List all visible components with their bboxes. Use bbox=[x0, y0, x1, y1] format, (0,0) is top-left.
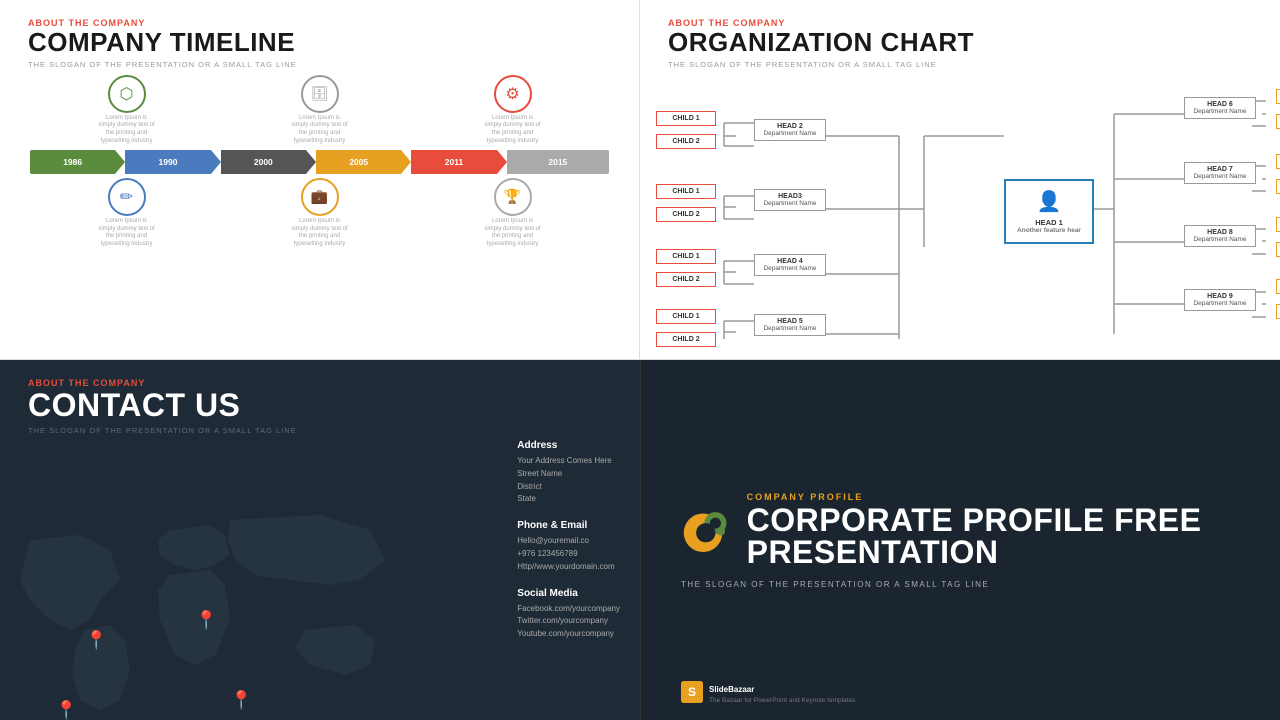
head3-box: HEAD3 Department Name bbox=[754, 189, 826, 211]
timeline-content: ⬡ Lorem Ipsum issimply dummy text ofthe … bbox=[0, 75, 639, 249]
corp-title: CORPORATE PROFILE FREE PRESENTATION bbox=[747, 504, 1240, 568]
right-child4-1: CHILD 1 bbox=[1276, 279, 1280, 294]
left-child4-2: CHILD 2 bbox=[656, 332, 716, 347]
timeline-circle-4: ✏ bbox=[108, 178, 146, 216]
contact-title: CONTACT US bbox=[28, 388, 612, 423]
left-child1-2: CHILD 2 bbox=[656, 134, 716, 149]
contact-slide: ABOUT THE COMPANY CONTACT US THE SLOGAN … bbox=[0, 360, 640, 720]
timeline-text-3: Lorem Ipsum issimply dummy text ofthe pr… bbox=[484, 115, 540, 146]
timeline-icon-3: ⚙ Lorem Ipsum issimply dummy text ofthe … bbox=[473, 75, 553, 146]
logo-area: COMPANY PROFILE CORPORATE PROFILE FREE P… bbox=[681, 492, 1240, 568]
company-logo bbox=[681, 494, 731, 566]
timeline-header: ABOUT THE COMPANY COMPANY TIMELINE THE S… bbox=[0, 0, 639, 75]
tl-arrow-2 bbox=[211, 150, 221, 174]
timeline-text-6: Lorem Ipsum issimply dummy text ofthe pr… bbox=[484, 218, 540, 249]
timeline-icon-2: 🗄 Lorem Ipsum issimply dummy text ofthe … bbox=[280, 75, 360, 146]
timeline-circle-5: 💼 bbox=[301, 178, 339, 216]
timeline-icons-top: ⬡ Lorem Ipsum issimply dummy text ofthe … bbox=[20, 75, 619, 146]
timeline-circle-3: ⚙ bbox=[494, 75, 532, 113]
right-child4-2: CHILD 2 bbox=[1276, 304, 1280, 319]
left-child3-2: CHILD 2 bbox=[656, 272, 716, 287]
phone-title: Phone & Email bbox=[517, 520, 620, 531]
tl-arrow-5 bbox=[497, 150, 507, 174]
head7-box: HEAD 7 Department Name bbox=[1184, 162, 1256, 184]
right-child1-2: CHILD 2 bbox=[1276, 114, 1280, 129]
left-child2-1: CHILD 1 bbox=[656, 184, 716, 199]
head2-box: HEAD 2 Department Name bbox=[754, 119, 826, 141]
head4-box: HEAD 4 Department Name bbox=[754, 254, 826, 276]
head6-box: HEAD 6 Department Name bbox=[1184, 97, 1256, 119]
right-child3-1: CHILD 1 bbox=[1276, 217, 1280, 232]
timeline-icon-6: 🏆 Lorem Ipsum issimply dummy text ofthe … bbox=[473, 178, 553, 249]
tl-seg-2005: 2005 bbox=[316, 150, 401, 174]
address-title: Address bbox=[517, 440, 620, 451]
tl-arrow-1 bbox=[115, 150, 125, 174]
timeline-text-1: Lorem Ipsum issimply dummy text ofthe pr… bbox=[98, 115, 154, 146]
tl-seg-2015: 2015 bbox=[507, 150, 609, 174]
timeline-icons-bottom: ✏ Lorem Ipsum issimply dummy text ofthe … bbox=[20, 178, 619, 249]
timeline-text-4: Lorem Ipsum issimply dummy text ofthe pr… bbox=[98, 218, 154, 249]
timeline-circle-6: 🏆 bbox=[494, 178, 532, 216]
tl-arrow-4 bbox=[401, 150, 411, 174]
slidebazaar-icon: S bbox=[681, 681, 703, 703]
tl-seg-1990: 1990 bbox=[125, 150, 210, 174]
right-child2-2: CHILD 2 bbox=[1276, 179, 1280, 194]
map-pin-orange: 📍 bbox=[195, 610, 217, 631]
left-child2-2: CHILD 2 bbox=[656, 207, 716, 222]
org-title: ORGANIZATION CHART bbox=[668, 28, 1252, 57]
org-header: ABOUT THE COMPANY ORGANIZATION CHART THE… bbox=[640, 0, 1280, 75]
right-child3-2: CHILD 2 bbox=[1276, 242, 1280, 257]
head1-box: 👤 HEAD 1 Another feature hear bbox=[1004, 179, 1094, 244]
org-tagline: THE SLOGAN OF THE PRESENTATION OR A SMAL… bbox=[668, 60, 1252, 69]
left-child4-1: CHILD 1 bbox=[656, 309, 716, 324]
timeline-circle-1: ⬡ bbox=[108, 75, 146, 113]
head9-box: HEAD 9 Department Name bbox=[1184, 289, 1256, 311]
map-pin-red: 📍 bbox=[230, 690, 252, 711]
timeline-title: COMPANY TIMELINE bbox=[28, 28, 611, 57]
timeline-icon-4: ✏ Lorem Ipsum issimply dummy text ofthe … bbox=[87, 178, 167, 249]
timeline-icon-1: ⬡ Lorem Ipsum issimply dummy text ofthe … bbox=[87, 75, 167, 146]
q4-content: COMPANY PROFILE CORPORATE PROFILE FREE P… bbox=[641, 360, 1280, 720]
contact-header: ABOUT THE COMPANY CONTACT US THE SLOGAN … bbox=[0, 360, 640, 441]
corporate-profile-slide: COMPANY PROFILE CORPORATE PROFILE FREE P… bbox=[640, 360, 1280, 720]
slidebazaar-text: SlideBazaar The Bazaar for PowerPoint an… bbox=[709, 679, 855, 704]
head8-box: HEAD 8 Department Name bbox=[1184, 225, 1256, 247]
map-pin-green: 📍 bbox=[55, 700, 77, 720]
slidebazaar-brand: S SlideBazaar The Bazaar for PowerPoint … bbox=[681, 679, 855, 704]
address-section: Address Your Address Comes HereStreet Na… bbox=[517, 440, 620, 506]
corp-tagline: THE SLOGAN OF THE PRESENTATION OR A SMAL… bbox=[681, 580, 989, 589]
company-profile-label: COMPANY PROFILE bbox=[747, 492, 1240, 502]
phone-section: Phone & Email Hello@youremail.co+976 123… bbox=[517, 520, 620, 573]
org-lines bbox=[654, 79, 1266, 339]
right-child2-1: CHILD 1 bbox=[1276, 154, 1280, 169]
svg-text:S: S bbox=[688, 685, 696, 699]
address-lines: Your Address Comes HereStreet NameDistri… bbox=[517, 455, 620, 506]
social-lines: Facebook.com/yourcompanyTwitter.com/your… bbox=[517, 603, 620, 641]
timeline-tagline: THE SLOGAN OF THE PRESENTATION OR A SMAL… bbox=[28, 60, 611, 69]
timeline-text-5: Lorem Ipsum issimply dummy text ofthe pr… bbox=[291, 218, 347, 249]
contact-tagline: THE SLOGAN OF THE PRESENTATION OR A SMAL… bbox=[28, 426, 612, 435]
tl-seg-2000: 2000 bbox=[221, 150, 306, 174]
left-child3-1: CHILD 1 bbox=[656, 249, 716, 264]
org-chart: 👤 HEAD 1 Another feature hear HEAD 2 Dep… bbox=[654, 79, 1266, 339]
phone-lines: Hello@youremail.co+976 123456789Http//ww… bbox=[517, 535, 620, 573]
map-pin-blue: 📍 bbox=[85, 630, 107, 651]
timeline-slide: ABOUT THE COMPANY COMPANY TIMELINE THE S… bbox=[0, 0, 640, 360]
tl-seg-1986: 1986 bbox=[30, 150, 115, 174]
timeline-bar: 1986 1990 2000 2005 2011 2015 bbox=[30, 150, 609, 174]
right-child1-1: CHILD 1 bbox=[1276, 89, 1280, 104]
head5-box: HEAD 5 Department Name bbox=[754, 314, 826, 336]
tl-seg-2011: 2011 bbox=[411, 150, 496, 174]
org-chart-slide: ABOUT THE COMPANY ORGANIZATION CHART THE… bbox=[640, 0, 1280, 360]
social-section: Social Media Facebook.com/yourcompanyTwi… bbox=[517, 588, 620, 641]
timeline-icon-5: 💼 Lorem Ipsum issimply dummy text ofthe … bbox=[280, 178, 360, 249]
timeline-text-2: Lorem Ipsum issimply dummy text ofthe pr… bbox=[291, 115, 347, 146]
social-title: Social Media bbox=[517, 588, 620, 599]
tl-arrow-3 bbox=[306, 150, 316, 174]
logo-text: COMPANY PROFILE CORPORATE PROFILE FREE P… bbox=[747, 492, 1240, 568]
org-content: 👤 HEAD 1 Another feature hear HEAD 2 Dep… bbox=[640, 75, 1280, 339]
left-child1-1: CHILD 1 bbox=[656, 111, 716, 126]
contact-info: Address Your Address Comes HereStreet Na… bbox=[517, 440, 620, 655]
timeline-circle-2: 🗄 bbox=[301, 75, 339, 113]
